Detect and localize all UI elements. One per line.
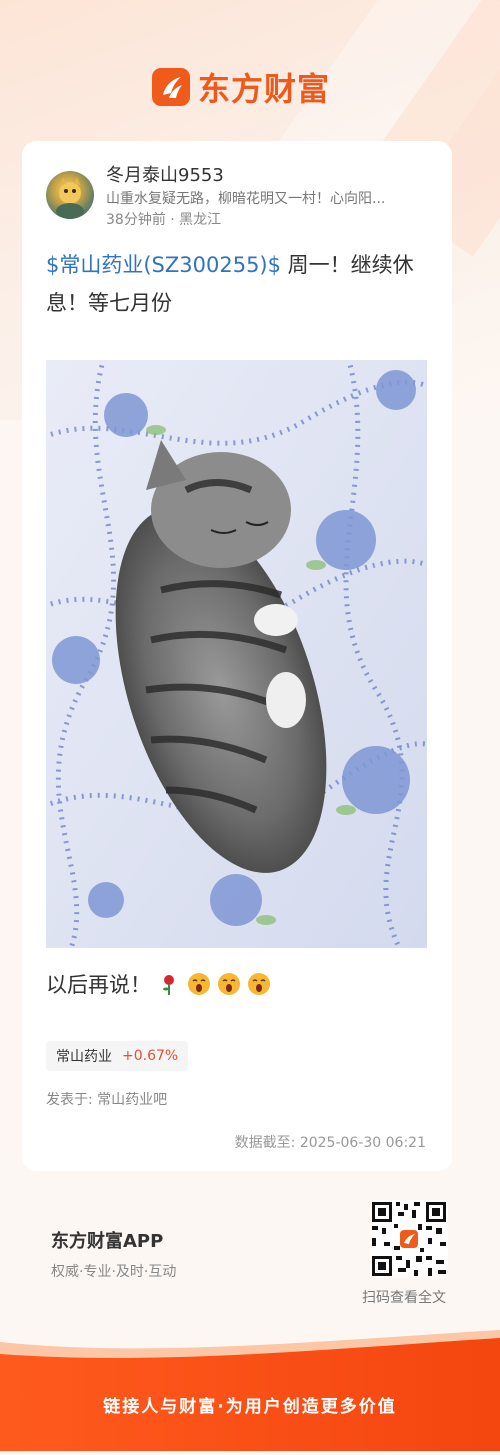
stock-tag[interactable]: 常山药业 +0.67%: [46, 1041, 189, 1071]
qr-code[interactable]: [370, 1200, 448, 1278]
post-body: $常山药业(SZ300255)$ 周一！继续休息！等七月份: [46, 246, 436, 322]
post-image[interactable]: [46, 360, 427, 948]
stock-tag-change: +0.67%: [122, 1048, 179, 1064]
post-footer: 以后再说！: [46, 969, 271, 999]
user-signature: 山重水复疑无路，柳暗花明又一村！心向阳...: [106, 191, 386, 207]
app-name: 东方财富APP: [51, 1231, 164, 1252]
stock-tag-name: 常山药业: [56, 1049, 112, 1065]
avatar[interactable]: [46, 171, 94, 219]
stock-link[interactable]: $常山药业(SZ300255)$: [46, 253, 281, 277]
bottom-banner: [0, 1330, 500, 1451]
brand-logo-text: 东方财富: [198, 70, 331, 108]
post-meta: 38分钟前 · 黑龙江: [106, 212, 222, 228]
post-card: 冬月泰山9553 山重水复疑无路，柳暗花明又一村！心向阳... 38分钟前 · …: [22, 141, 452, 1171]
brand-logo-icon: [152, 68, 190, 106]
qr-caption: 扫码查看全文: [362, 1290, 446, 1306]
yawn-face-icon: [217, 972, 241, 996]
app-tagline: 权威·专业·及时·互动: [51, 1264, 177, 1280]
yawn-face-icon: [247, 972, 271, 996]
brand-logo: 东方财富: [152, 66, 330, 108]
rose-icon: [157, 972, 181, 996]
data-timestamp: 数据截至: 2025-06-30 06:21: [234, 1135, 426, 1151]
slogan: 链接人与财富·为用户创造更多价值: [103, 1397, 397, 1417]
yawn-face-icon: [187, 972, 211, 996]
username[interactable]: 冬月泰山9553: [106, 161, 224, 187]
posted-in[interactable]: 发表于: 常山药业吧: [46, 1089, 167, 1109]
post-footer-text: 以后再说！: [46, 973, 151, 997]
